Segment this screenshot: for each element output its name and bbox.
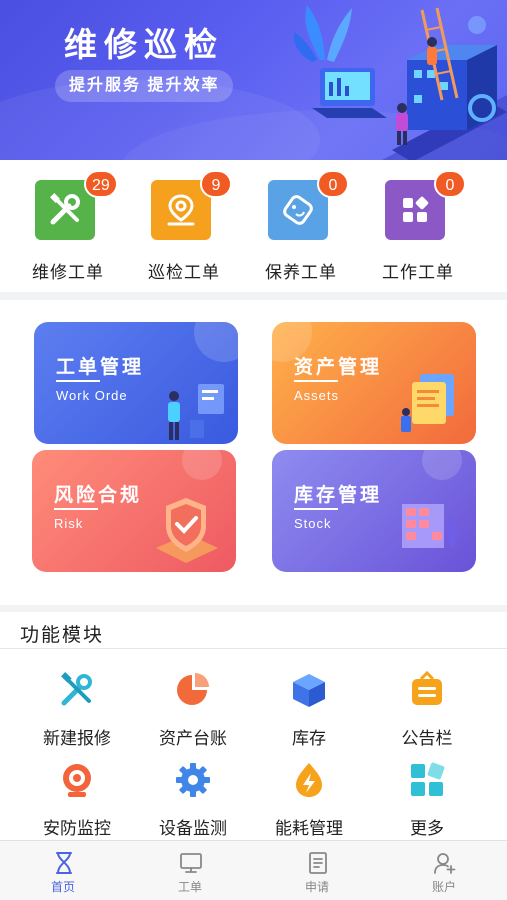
- tab-label: 申请: [304, 880, 329, 894]
- card-bubble: [194, 322, 238, 362]
- asset-management-card[interactable]: 资产管理 Assets: [272, 322, 476, 444]
- card-subtitle: Work Orde: [56, 388, 128, 403]
- stock-item[interactable]: 库存: [254, 670, 364, 750]
- function-module-section: 功能模块 新建报修 资产台账 库存 公告栏 安防监控 设备监测 能耗管理 更多: [0, 612, 507, 840]
- divider: [0, 648, 507, 649]
- home-page: 维修巡检 提升服务 提升效率 29 维修工单 9 巡检工单 0 保养工单 0 工…: [0, 0, 507, 900]
- tab-home[interactable]: 首页: [0, 841, 126, 900]
- card-subtitle: Stock: [294, 516, 332, 531]
- security-monitor-item[interactable]: 安防监控: [22, 760, 132, 840]
- monitor-icon: [180, 853, 202, 873]
- card-title: 资产管理: [294, 357, 383, 378]
- banner-slogan: 提升服务 提升效率: [55, 70, 234, 102]
- count-badge: 0: [434, 170, 466, 198]
- work-order-shortcuts: 29 维修工单 9 巡检工单 0 保养工单 0 工作工单: [0, 160, 507, 292]
- function-label: 安防监控: [43, 819, 111, 838]
- new-repair-item[interactable]: 新建报修: [22, 670, 132, 750]
- work-order-label: 工作工单: [382, 263, 454, 282]
- count-badge: 9: [200, 170, 232, 198]
- count-badge: 29: [84, 170, 118, 198]
- notice-board-item[interactable]: 公告栏: [372, 670, 482, 750]
- repair-order-shortcut[interactable]: 29 维修工单: [20, 170, 118, 282]
- tab-requests[interactable]: 申请: [254, 841, 380, 900]
- function-label: 新建报修: [43, 729, 111, 748]
- risk-compliance-card[interactable]: 风险合规 Risk: [32, 450, 236, 572]
- document-icon: [309, 852, 327, 874]
- tab-work-orders[interactable]: 工单: [127, 841, 253, 900]
- function-label: 能耗管理: [275, 819, 343, 838]
- maintenance-order-shortcut[interactable]: 0 保养工单: [253, 170, 349, 282]
- card-subtitle: Risk: [54, 516, 84, 531]
- energy-icon: [289, 760, 329, 800]
- energy-management-item[interactable]: 能耗管理: [254, 760, 364, 840]
- person-screen-icon: [168, 384, 224, 440]
- asset-ledger-item[interactable]: 资产台账: [138, 670, 248, 750]
- tab-label: 账户: [431, 880, 456, 894]
- shield-check-icon: [156, 498, 218, 563]
- documents-icon: [401, 374, 454, 432]
- bottom-tab-bar: 首页 工单 申请 账户: [0, 840, 507, 900]
- function-label: 资产台账: [159, 729, 227, 748]
- count-badge: 0: [317, 170, 349, 198]
- stock-management-card[interactable]: 库存管理 Stock: [272, 450, 476, 572]
- banner-title: 维修巡检: [64, 26, 224, 63]
- maintenance-order-label: 保养工单: [265, 263, 337, 282]
- warehouse-icon: [402, 504, 457, 550]
- tab-label: 工单: [177, 880, 202, 894]
- module-cards: 工单管理 Work Orde 资产管理 Assets 风险合规 Risk 库存管…: [0, 300, 507, 605]
- function-label: 公告栏: [401, 729, 453, 748]
- hourglass-icon: [56, 852, 72, 874]
- work-order-management-card[interactable]: 工单管理 Work Orde: [34, 322, 238, 444]
- function-label: 设备监测: [159, 819, 227, 838]
- wrench-hammer-icon: [57, 670, 97, 710]
- more-grid-icon: [407, 760, 447, 800]
- device-monitor-item[interactable]: 设备监测: [138, 760, 248, 840]
- card-title: 工单管理: [56, 357, 145, 378]
- card-subtitle: Assets: [294, 388, 340, 403]
- function-label: 更多: [410, 819, 444, 838]
- box-icon: [289, 670, 329, 710]
- inspection-order-label: 巡检工单: [148, 263, 220, 282]
- gear-icon: [173, 760, 213, 800]
- card-title: 库存管理: [294, 485, 383, 506]
- repair-order-label: 维修工单: [32, 263, 104, 282]
- more-item[interactable]: 更多: [372, 760, 482, 840]
- card-bubble: [182, 450, 222, 480]
- card-underline: [56, 380, 100, 382]
- section-title: 功能模块: [20, 625, 105, 646]
- top-banner[interactable]: 维修巡检 提升服务 提升效率: [0, 0, 507, 160]
- card-underline: [54, 508, 98, 510]
- card-underline: [294, 508, 338, 510]
- notice-board-icon: [407, 670, 447, 710]
- card-bubble: [422, 450, 462, 480]
- camera-icon: [57, 760, 97, 800]
- user-icon: [434, 853, 456, 874]
- pie-chart-icon: [173, 670, 213, 710]
- inspection-order-shortcut[interactable]: 9 巡检工单: [136, 170, 232, 282]
- maintenance-illustration-icon: [293, 5, 507, 160]
- work-order-shortcut[interactable]: 0 工作工单: [370, 170, 466, 282]
- tab-account[interactable]: 账户: [381, 841, 507, 900]
- card-title: 风险合规: [54, 485, 143, 506]
- tab-label: 首页: [50, 880, 75, 894]
- card-underline: [294, 380, 338, 382]
- function-label: 库存: [292, 729, 326, 748]
